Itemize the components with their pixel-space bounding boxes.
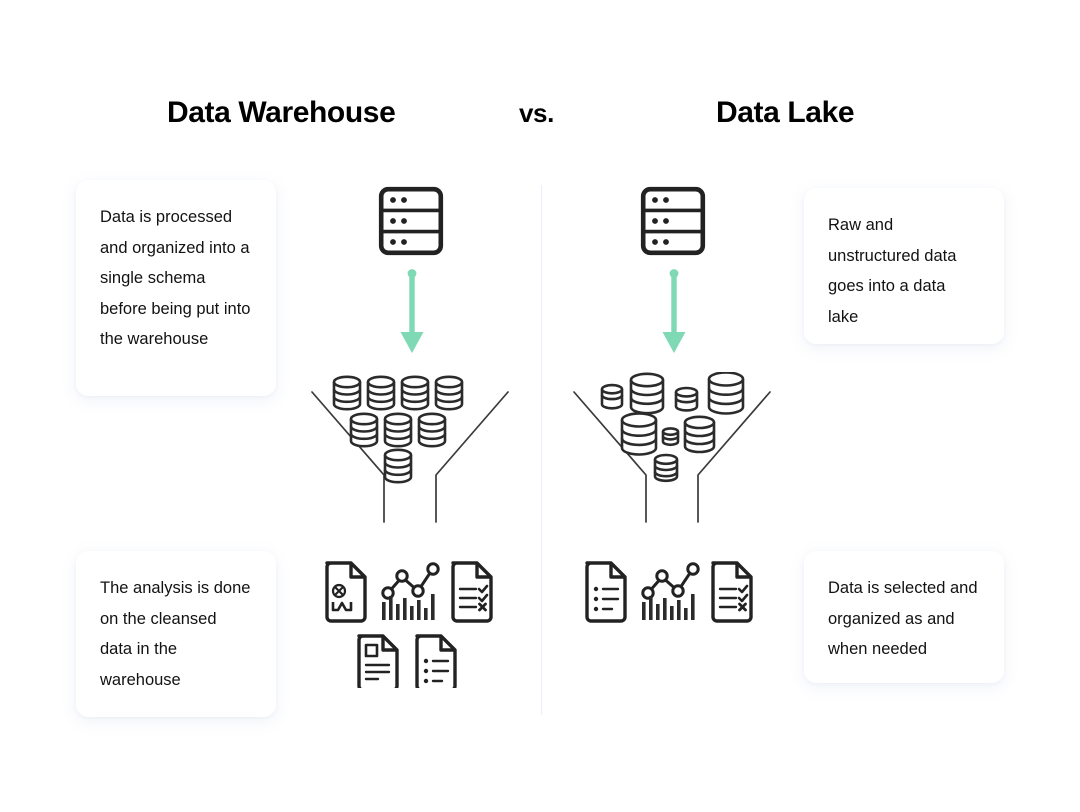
analytics-chart-icon [381,562,440,620]
output-icons-lake [578,558,768,633]
checklist-document-icon [451,561,493,623]
green-down-arrow-icon-right [657,268,691,358]
page-title-vs: vs. [519,98,554,128]
funnel-icon-warehouse [310,372,510,527]
bullet-list-document-icon [585,561,627,623]
checklist-document-icon [711,561,753,623]
card-warehouse-analysis-text: The analysis is done on the cleansed dat… [100,579,251,689]
server-rack-icon-right [640,186,706,256]
card-lake-ingest-text: Raw and unstructured data goes into a da… [828,216,957,326]
server-rack-icon-left [378,186,444,256]
card-lake-analysis-text: Data is selected and organized as and wh… [828,579,978,658]
card-lake-ingest: Raw and unstructured data goes into a da… [804,188,1004,344]
page-title-data-warehouse: Data Warehouse [167,96,396,129]
card-warehouse-ingest-text: Data is processed and organized into a s… [100,208,251,348]
analytics-chart-icon [641,562,700,620]
card-warehouse-analysis: The analysis is done on the cleansed dat… [76,551,276,717]
list-document-icon [415,634,457,688]
green-down-arrow-icon-left [395,268,429,358]
vertical-divider [541,185,542,715]
image-document-icon [357,634,399,688]
chart-document-icon [325,561,367,623]
funnel-icon-lake [572,372,772,527]
page-title-data-lake: Data Lake [716,96,855,129]
card-warehouse-ingest: Data is processed and organized into a s… [76,180,276,396]
card-lake-analysis: Data is selected and organized as and wh… [804,551,1004,683]
output-icons-warehouse [318,558,508,688]
